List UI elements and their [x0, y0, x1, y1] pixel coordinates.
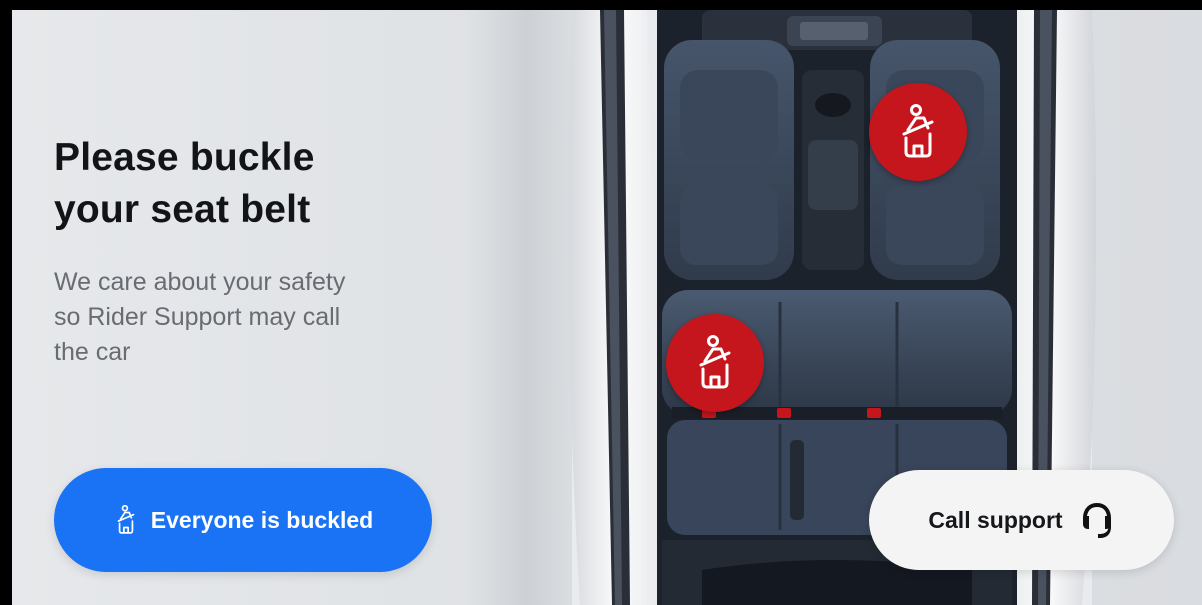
seatbelt-reminder-screen: Please buckle your seat belt We care abo… — [12, 10, 1202, 605]
title-line: your seat belt — [54, 188, 311, 231]
subtitle-line: so Rider Support may call — [54, 303, 341, 331]
page-subtitle: We care about your safety so Rider Suppo… — [54, 265, 484, 370]
everyone-buckled-label: Everyone is buckled — [150, 506, 374, 533]
seatbelt-alert-icon — [699, 335, 731, 389]
seatbelt-alert-icon — [902, 104, 934, 158]
subtitle-line: We care about your safety — [54, 268, 346, 296]
everyone-buckled-button[interactable]: Everyone is buckled — [54, 468, 432, 572]
seatbelt-icon — [113, 505, 139, 535]
front-passenger-seatbelt-alert — [869, 83, 967, 181]
page-title: Please buckle your seat belt — [54, 132, 474, 236]
title-line: Please buckle — [54, 136, 315, 179]
rear-left-seatbelt-alert — [666, 314, 764, 412]
call-support-label: Call support — [928, 506, 1063, 533]
subtitle-line: the car — [54, 338, 131, 366]
call-support-button[interactable]: Call support — [869, 470, 1174, 570]
headset-icon — [1079, 500, 1115, 540]
